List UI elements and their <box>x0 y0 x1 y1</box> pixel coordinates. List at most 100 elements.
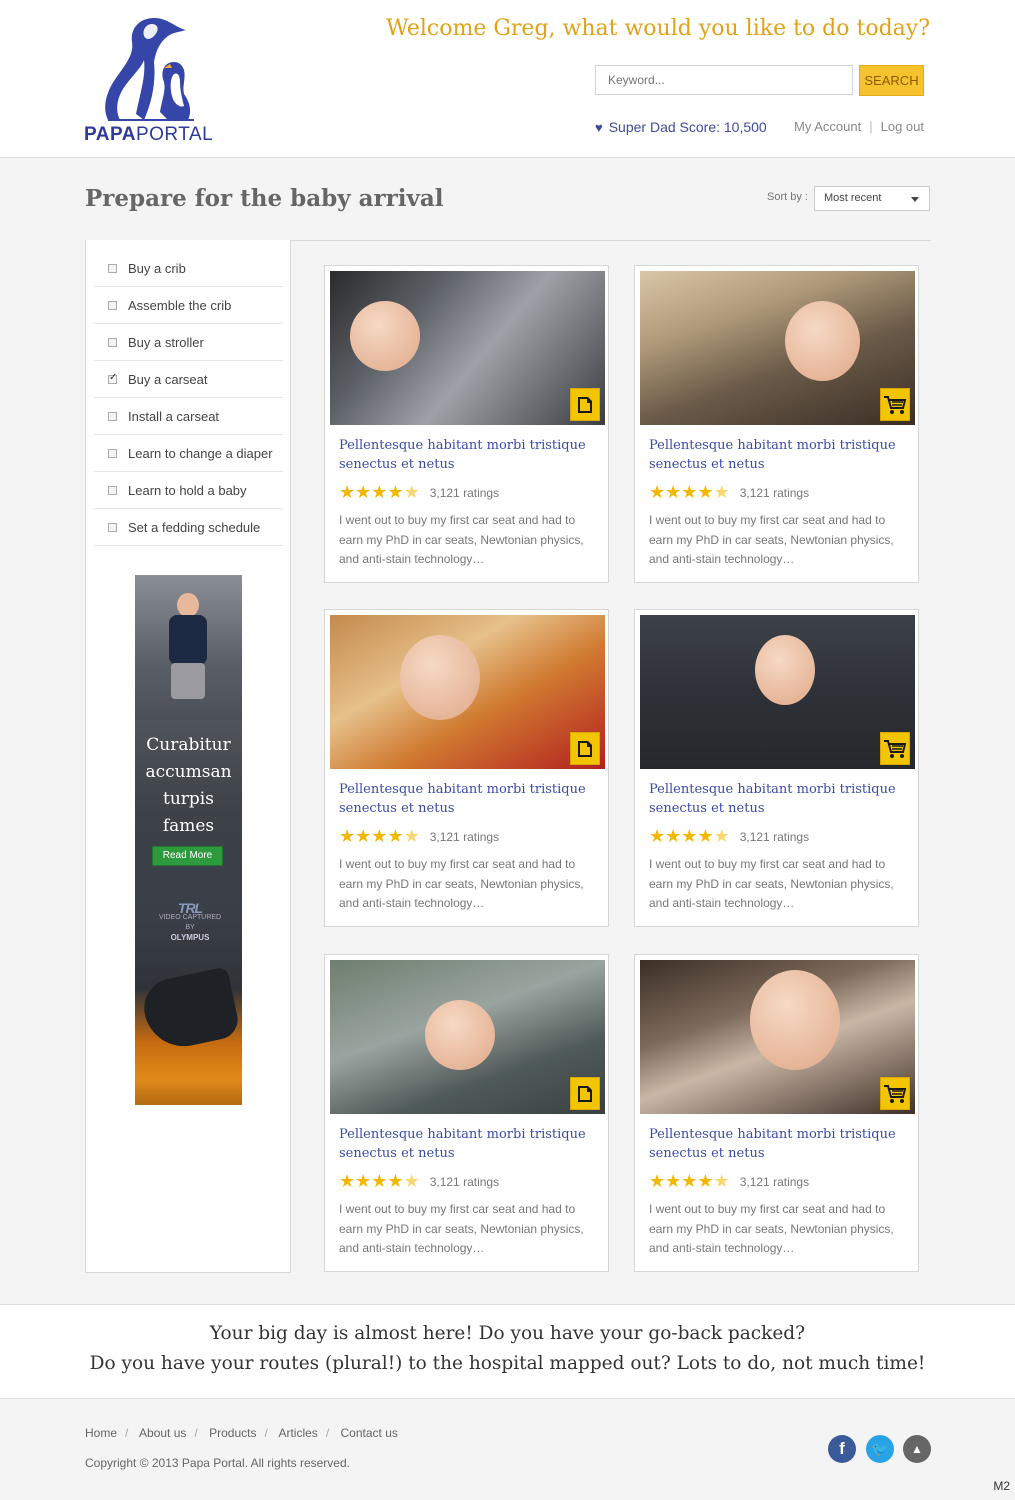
star-icon: ★ <box>371 826 388 846</box>
article-excerpt: I went out to buy my first car seat and … <box>649 513 894 566</box>
article-image[interactable] <box>330 271 605 425</box>
star-icon: ★ <box>681 1171 698 1191</box>
article-card[interactable]: Pellentesque habitant morbi tristique se… <box>634 265 919 583</box>
star-icon: ★ <box>665 1171 682 1191</box>
corner-label: M2 <box>993 1479 1010 1493</box>
twitter-icon[interactable]: 🐦 <box>866 1435 894 1463</box>
task-checkbox[interactable] <box>108 411 117 421</box>
article-excerpt: I went out to buy my first car seat and … <box>339 1202 584 1255</box>
article-card[interactable]: Pellentesque habitant morbi tristique se… <box>324 954 609 1272</box>
article-card[interactable]: Pellentesque habitant morbi tristique se… <box>324 609 609 927</box>
cart-icon[interactable] <box>880 732 910 765</box>
half-star-icon: ★ <box>713 482 730 502</box>
article-excerpt: I went out to buy my first car seat and … <box>649 1202 894 1255</box>
star-icon: ★ <box>387 482 404 502</box>
article-card[interactable]: Pellentesque habitant morbi tristique se… <box>634 954 919 1272</box>
article-image[interactable] <box>330 960 605 1114</box>
article-title[interactable]: Pellentesque habitant morbi tristique se… <box>649 436 907 474</box>
footer-link-about[interactable]: About us <box>139 1426 186 1440</box>
rating: ★★★★★ 3,121 ratings <box>649 482 809 503</box>
task-checkbox[interactable] <box>108 337 117 347</box>
task-label: Set a fedding schedule <box>128 519 261 535</box>
task-item[interactable]: Buy a stroller <box>94 324 283 361</box>
article-excerpt: I went out to buy my first car seat and … <box>339 513 584 566</box>
task-item[interactable]: Install a carseat <box>94 398 283 435</box>
footer-link-contact[interactable]: Contact us <box>341 1426 398 1440</box>
star-icon: ★ <box>649 1171 666 1191</box>
footer-link-home[interactable]: Home <box>85 1426 117 1440</box>
search-button[interactable]: SEARCH <box>859 65 924 96</box>
star-icon: ★ <box>371 1171 388 1191</box>
document-icon[interactable] <box>570 732 600 765</box>
article-title[interactable]: Pellentesque habitant morbi tristique se… <box>339 780 597 818</box>
account-separator: | <box>869 119 873 134</box>
rating: ★★★★★ 3,121 ratings <box>339 826 499 847</box>
search-input[interactable] <box>595 65 853 95</box>
star-icon: ★ <box>649 482 666 502</box>
star-rating-icon: ★★★★★ <box>649 826 730 847</box>
article-excerpt: I went out to buy my first car seat and … <box>339 857 584 910</box>
task-checkbox[interactable] <box>108 300 117 310</box>
star-icon: ★ <box>697 826 714 846</box>
back-to-top-icon[interactable]: ▲ <box>903 1435 931 1463</box>
ad-child-figure <box>165 593 211 703</box>
star-icon: ★ <box>697 482 714 502</box>
task-label: Learn to change a diaper <box>128 445 273 461</box>
task-checkbox[interactable] <box>108 485 117 495</box>
half-star-icon: ★ <box>403 1171 420 1191</box>
cart-icon[interactable] <box>880 1077 910 1110</box>
article-card[interactable]: Pellentesque habitant morbi tristique se… <box>324 265 609 583</box>
task-item[interactable]: Assemble the crib <box>94 287 283 324</box>
ad-carseat-image <box>138 966 242 1054</box>
article-card[interactable]: Pellentesque habitant morbi tristique se… <box>634 609 919 927</box>
header: PAPAPORTAL Welcome Greg, what would you … <box>0 0 1015 158</box>
papa-portal-logo[interactable]: PAPAPORTAL <box>84 16 224 146</box>
reminder-line-2: Do you have your routes (plural!) to the… <box>89 1353 926 1374</box>
article-excerpt: I went out to buy my first car seat and … <box>649 857 894 910</box>
page-title: Prepare for the baby arrival <box>85 185 444 212</box>
article-title[interactable]: Pellentesque habitant morbi tristique se… <box>339 1125 597 1163</box>
star-icon: ★ <box>339 826 356 846</box>
star-rating-icon: ★★★★★ <box>649 482 730 503</box>
facebook-icon[interactable]: f <box>828 1435 856 1463</box>
sidebar-ad-banner[interactable]: Curabitur accumsan turpis fames Read Mor… <box>135 575 242 1105</box>
article-image[interactable] <box>640 960 915 1114</box>
task-checkbox[interactable] <box>108 448 117 458</box>
article-title[interactable]: Pellentesque habitant morbi tristique se… <box>649 780 907 818</box>
star-icon: ★ <box>387 826 404 846</box>
article-title[interactable]: Pellentesque habitant morbi tristique se… <box>649 1125 907 1163</box>
article-image[interactable] <box>640 615 915 769</box>
star-rating-icon: ★★★★★ <box>339 482 420 503</box>
document-icon[interactable] <box>570 388 600 421</box>
footer-link-articles[interactable]: Articles <box>278 1426 317 1440</box>
my-account-link[interactable]: My Account <box>794 119 861 134</box>
reminder-line-1: Your big day is almost here! Do you have… <box>209 1323 806 1344</box>
task-item[interactable]: Set a fedding schedule <box>94 509 283 546</box>
star-icon: ★ <box>387 1171 404 1191</box>
reminder-message: Your big day is almost here! Do you have… <box>0 1304 1015 1399</box>
task-label: Buy a stroller <box>128 334 204 350</box>
task-checkbox[interactable] <box>108 522 117 532</box>
task-checkbox[interactable] <box>108 263 117 273</box>
rating: ★★★★★ 3,121 ratings <box>339 482 499 503</box>
ad-read-more-button[interactable]: Read More <box>152 846 223 866</box>
sort-dropdown[interactable]: Most recent <box>814 186 930 211</box>
sort-selected-value: Most recent <box>824 192 882 204</box>
ad-headline: Curabitur accumsan turpis fames <box>145 735 232 836</box>
task-item[interactable]: Buy a crib <box>94 250 283 287</box>
document-icon[interactable] <box>570 1077 600 1110</box>
article-title[interactable]: Pellentesque habitant morbi tristique se… <box>339 436 597 474</box>
cart-icon[interactable] <box>880 388 910 421</box>
article-image[interactable] <box>330 615 605 769</box>
task-checkbox-checked[interactable] <box>108 372 117 384</box>
article-image[interactable] <box>640 271 915 425</box>
task-item[interactable]: Buy a carseat <box>94 361 283 398</box>
footer-link-products[interactable]: Products <box>209 1426 256 1440</box>
task-item[interactable]: Learn to change a diaper <box>94 435 283 472</box>
rating-count: 3,121 ratings <box>739 485 810 500</box>
sort-label: Sort by : <box>767 191 808 203</box>
star-rating-icon: ★★★★★ <box>339 1171 420 1192</box>
rating-count: 3,121 ratings <box>429 1174 500 1189</box>
task-item[interactable]: Learn to hold a baby <box>94 472 283 509</box>
log-out-link[interactable]: Log out <box>881 119 924 134</box>
